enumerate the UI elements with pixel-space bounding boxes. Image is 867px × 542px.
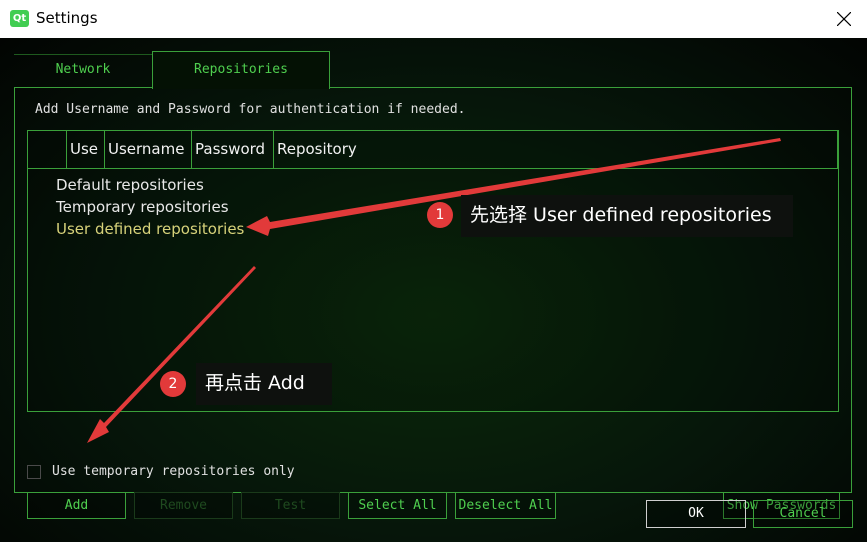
annotation-callout-2: 再点击 Add: [196, 363, 332, 405]
arrow-to-add-button: [87, 266, 256, 443]
tab-repositories[interactable]: Repositories: [152, 51, 330, 89]
annotation-badge-1: 1: [427, 202, 453, 228]
annotation-arrows: [87, 138, 781, 443]
annotation-badge-2: 2: [160, 371, 186, 397]
annotation-callout-1: 先选择 User defined repositories: [461, 195, 793, 237]
